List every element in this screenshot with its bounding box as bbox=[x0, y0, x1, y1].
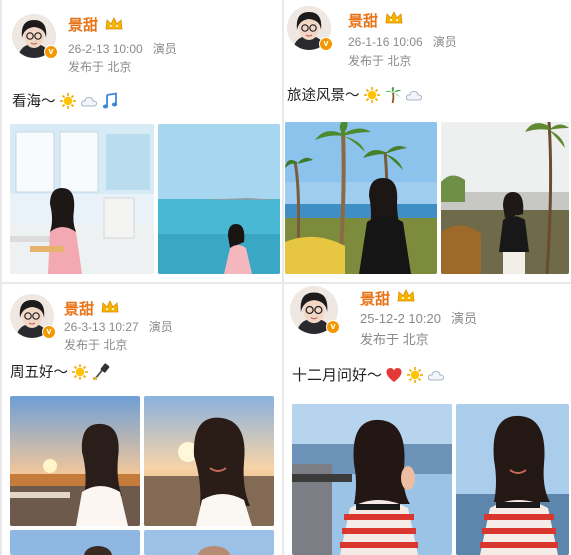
striped-shirt-closeup-photo[interactable] bbox=[456, 404, 569, 555]
post-text: 十二月问好～ bbox=[292, 364, 445, 385]
palm-garden-photo[interactable] bbox=[285, 122, 437, 274]
post-meta: 26-2-13 10:00 演员 bbox=[68, 40, 177, 58]
next-row-photo[interactable] bbox=[144, 530, 274, 555]
post-location: 发布于 北京 bbox=[360, 332, 429, 347]
music-note-icon bbox=[101, 91, 119, 110]
striped-shirt-photo[interactable] bbox=[292, 404, 452, 555]
post-meta: 26-1-16 10:06 演员 bbox=[348, 33, 457, 51]
post-text-label: 看海～ bbox=[12, 94, 56, 110]
cloud-icon bbox=[405, 86, 423, 104]
author-name[interactable]: 景甜 bbox=[64, 298, 94, 319]
palm-tree-icon bbox=[384, 86, 402, 104]
author-name[interactable]: 景甜 bbox=[348, 10, 378, 31]
sunset-garden-photo[interactable] bbox=[441, 122, 569, 274]
post-text-label: 旅途风景～ bbox=[287, 88, 360, 104]
cloud-icon bbox=[80, 92, 98, 110]
post-text: 旅途风景～ bbox=[287, 84, 423, 105]
crown-badge-icon bbox=[101, 300, 119, 313]
verified-badge-icon: v bbox=[42, 325, 56, 339]
next-row-photo[interactable] bbox=[10, 530, 140, 555]
post-timestamp: 26-3-13 10:27 bbox=[64, 320, 139, 334]
post-card: v 景甜 26-3-13 10:27 演员 发布于 北京 周五好～ bbox=[2, 284, 282, 555]
sunset-closeup-photo[interactable] bbox=[144, 396, 274, 526]
sunset-selfie-photo[interactable] bbox=[10, 396, 140, 526]
post-timestamp: 26-1-16 10:06 bbox=[348, 35, 423, 49]
author-name[interactable]: 景甜 bbox=[68, 14, 98, 35]
post-meta: 25-12-2 10:20 演员 bbox=[360, 310, 477, 328]
crown-badge-icon bbox=[105, 17, 123, 30]
beach-terrace-photo[interactable] bbox=[10, 124, 154, 274]
post-card: v 景甜 26-2-13 10:00 演员 发布于 北京 看海～ bbox=[2, 0, 282, 282]
post-location: 发布于 北京 bbox=[64, 338, 128, 352]
post-text-label: 十二月问好～ bbox=[292, 367, 383, 384]
post-text: 周五好～ bbox=[10, 361, 110, 382]
verified-badge-icon: v bbox=[326, 320, 340, 334]
sun-icon bbox=[363, 86, 381, 104]
crown-badge-icon bbox=[385, 11, 403, 24]
sun-icon bbox=[59, 92, 77, 110]
crown-badge-icon bbox=[397, 289, 415, 302]
author-name[interactable]: 景甜 bbox=[360, 288, 390, 309]
cloud-icon bbox=[427, 366, 445, 384]
author-role: 演员 bbox=[432, 35, 457, 49]
post-timestamp: 26-2-13 10:00 bbox=[68, 42, 143, 56]
sea-view-photo[interactable] bbox=[158, 124, 280, 274]
post-location: 发布于 北京 bbox=[348, 54, 412, 68]
post-meta: 26-3-13 10:27 演员 bbox=[64, 318, 173, 336]
author-role: 演员 bbox=[450, 311, 477, 326]
author-role: 演员 bbox=[148, 320, 173, 334]
post-location: 发布于 北京 bbox=[68, 60, 132, 74]
verified-badge-icon: v bbox=[319, 37, 333, 51]
post-card: v 景甜 26-1-16 10:06 演员 发布于 北京 旅途风景～ bbox=[284, 0, 571, 282]
post-timestamp: 25-12-2 10:20 bbox=[360, 311, 441, 326]
post-card: v 景甜 25-12-2 10:20 演员 发布于 北京 十二月问好～ bbox=[284, 284, 571, 555]
author-role: 演员 bbox=[152, 42, 177, 56]
sun-icon bbox=[71, 363, 89, 381]
post-text-label: 周五好～ bbox=[10, 365, 68, 381]
sun-icon bbox=[406, 366, 424, 384]
selfie-stick-icon bbox=[92, 362, 110, 381]
post-text: 看海～ bbox=[12, 90, 119, 111]
verified-badge-icon: v bbox=[44, 45, 58, 59]
heart-icon bbox=[385, 366, 403, 384]
